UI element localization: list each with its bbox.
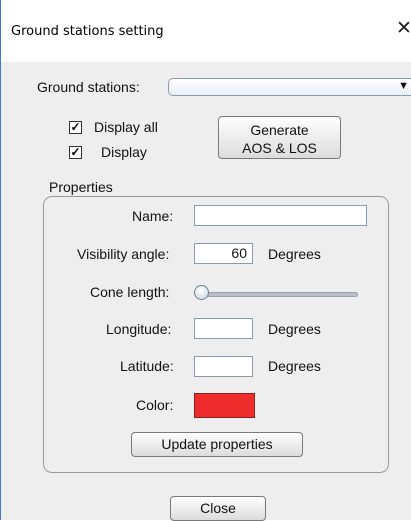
window-title: Ground stations setting [11, 24, 164, 39]
cone-length-slider-knob[interactable] [194, 285, 209, 300]
longitude-label: Longitude: [106, 321, 172, 337]
visibility-angle-label: Visibility angle: [77, 246, 170, 262]
name-label: Name: [132, 208, 174, 224]
generate-label-line2: AOS & LOS [242, 140, 317, 156]
display-all-checkbox[interactable]: ✓ [69, 121, 82, 134]
dialog-content: Ground stations: ▼ ✓ Display all ✓ Displ… [2, 62, 411, 521]
longitude-unit-label: Degrees [268, 321, 321, 337]
cone-length-slider-track[interactable] [198, 292, 358, 297]
display-all-label: Display all [94, 119, 158, 135]
close-button[interactable]: Close [170, 496, 266, 521]
latitude-field[interactable] [194, 356, 253, 377]
latitude-label: Latitude: [120, 358, 174, 374]
ground-stations-dropdown[interactable]: ▼ [168, 78, 411, 96]
properties-heading: Properties [49, 179, 113, 195]
generate-label-line1: Generate [250, 122, 309, 138]
latitude-unit-label: Degrees [268, 358, 321, 374]
dropdown-arrow-icon: ▼ [398, 80, 409, 92]
ground-stations-dialog: Ground stations setting ✕ Ground station… [0, 0, 411, 521]
update-properties-button[interactable]: Update properties [131, 432, 303, 457]
color-label: Color: [136, 397, 174, 413]
ground-stations-label: Ground stations: [37, 79, 140, 95]
visibility-unit-label: Degrees [268, 246, 321, 262]
cone-length-label: Cone length: [90, 284, 170, 300]
close-icon[interactable]: ✕ [395, 18, 411, 40]
name-field[interactable] [194, 205, 367, 226]
display-checkbox[interactable]: ✓ [69, 146, 82, 159]
display-label: Display [101, 144, 147, 160]
color-swatch[interactable] [194, 393, 255, 418]
visibility-angle-field[interactable]: 60 [194, 243, 253, 264]
title-bar: Ground stations setting ✕ [1, 0, 411, 62]
longitude-field[interactable] [194, 318, 253, 339]
generate-aos-los-button[interactable]: Generate AOS & LOS [218, 116, 341, 159]
